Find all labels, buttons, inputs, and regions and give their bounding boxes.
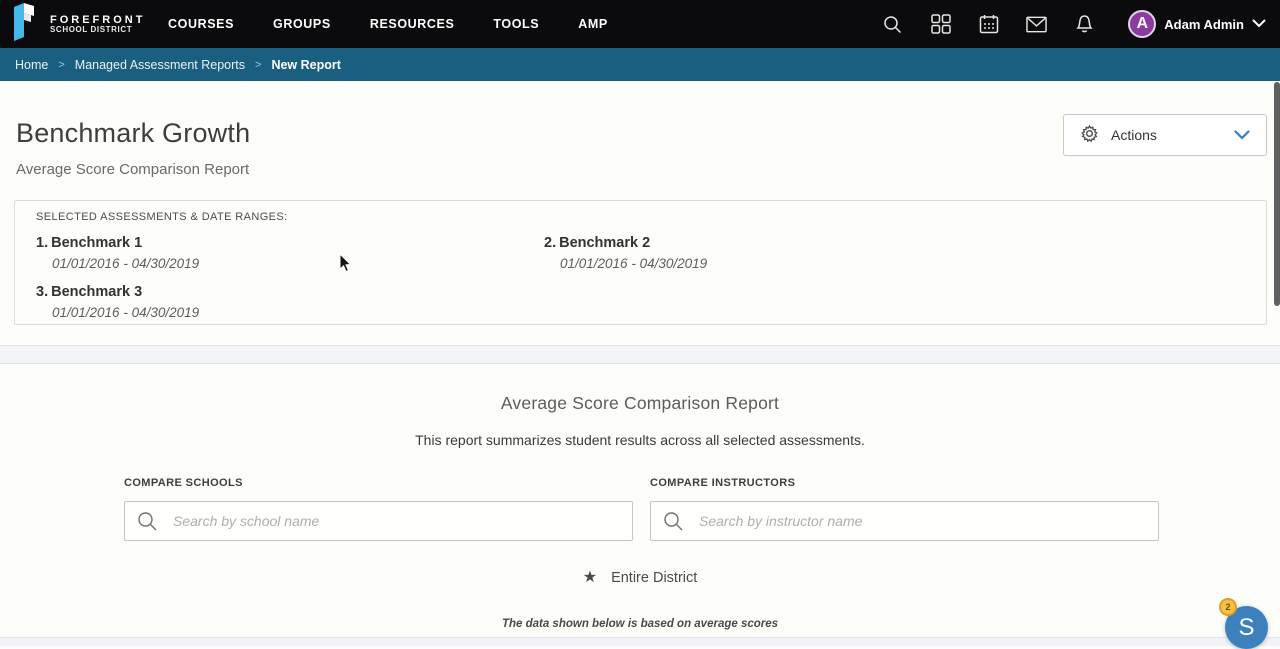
- average-scores-note: The data shown below is based on average…: [0, 618, 1280, 630]
- logo-subtitle: SCHOOL DISTRICT: [50, 26, 145, 35]
- assessment-number: 2.: [544, 235, 556, 251]
- chat-notification-badge: 2: [1219, 598, 1237, 616]
- assessments-panel-label: SELECTED ASSESSMENTS & DATE RANGES:: [36, 211, 1266, 223]
- breadcrumb-current: New Report: [271, 58, 340, 72]
- breadcrumb-managed-assessment-reports[interactable]: Managed Assessment Reports: [75, 58, 245, 72]
- assessment-date-range: 01/01/2016 - 04/30/2019: [560, 256, 1266, 271]
- assessment-item: 2.Benchmark 2 01/01/2016 - 04/30/2019: [544, 235, 1266, 271]
- assessment-item: 3.Benchmark 3 01/01/2016 - 04/30/2019: [36, 284, 544, 320]
- breadcrumb-separator: >: [58, 59, 64, 71]
- section-divider: [0, 345, 1280, 364]
- compare-schools-label: COMPARE SCHOOLS: [124, 477, 243, 489]
- chevron-down-icon: [1234, 128, 1250, 143]
- assessment-name: Benchmark 2: [559, 235, 650, 251]
- page: FOREFRONT SCHOOL DISTRICT COURSES GROUPS…: [0, 0, 1280, 646]
- chevron-down-icon: [1252, 15, 1266, 33]
- assessment-date-range: 01/01/2016 - 04/30/2019: [52, 305, 544, 320]
- avatar: A: [1128, 10, 1156, 38]
- primary-nav: COURSES GROUPS RESOURCES TOOLS AMP: [168, 17, 608, 31]
- mail-icon[interactable]: [1026, 14, 1047, 35]
- nav-item-courses[interactable]: COURSES: [168, 17, 234, 31]
- next-section-edge: [0, 637, 1280, 646]
- instructor-search-input[interactable]: [650, 501, 1159, 541]
- assessment-date-range: 01/01/2016 - 04/30/2019: [52, 256, 544, 271]
- forefront-logo[interactable]: FOREFRONT SCHOOL DISTRICT: [0, 3, 158, 46]
- report-section-heading: Average Score Comparison Report: [0, 393, 1280, 414]
- entire-district-toggle[interactable]: ★ Entire District: [0, 570, 1280, 586]
- assessment-name: Benchmark 1: [51, 235, 142, 251]
- nav-item-groups[interactable]: GROUPS: [273, 17, 331, 31]
- vertical-scrollbar[interactable]: [1274, 82, 1280, 306]
- top-navigation-bar: FOREFRONT SCHOOL DISTRICT COURSES GROUPS…: [0, 0, 1280, 48]
- user-menu[interactable]: A Adam Admin: [1128, 10, 1266, 38]
- compare-instructors-label: COMPARE INSTRUCTORS: [650, 477, 795, 489]
- user-name: Adam Admin: [1164, 17, 1244, 32]
- breadcrumb-separator: >: [255, 59, 261, 71]
- entire-district-label: Entire District: [611, 570, 697, 586]
- calendar-icon[interactable]: [978, 14, 999, 35]
- logo-title: FOREFRONT: [50, 14, 145, 26]
- notifications-icon[interactable]: [1074, 14, 1095, 35]
- nav-item-tools[interactable]: TOOLS: [493, 17, 539, 31]
- apps-grid-icon[interactable]: [930, 14, 951, 35]
- actions-button-label: Actions: [1111, 127, 1157, 143]
- page-title: Benchmark Growth: [16, 118, 250, 149]
- assessment-number: 1.: [36, 235, 48, 251]
- nav-item-amp[interactable]: AMP: [578, 17, 608, 31]
- search-icon[interactable]: [882, 14, 903, 35]
- assessment-number: 3.: [36, 284, 48, 300]
- breadcrumb-home[interactable]: Home: [15, 58, 48, 72]
- assessment-item: 1.Benchmark 1 01/01/2016 - 04/30/2019: [36, 235, 544, 271]
- forefront-logo-icon: [10, 3, 40, 46]
- nav-item-resources[interactable]: RESOURCES: [370, 17, 455, 31]
- report-description: This report summarizes student results a…: [0, 432, 1280, 448]
- breadcrumb: Home > Managed Assessment Reports > New …: [0, 48, 1280, 81]
- page-subtitle: Average Score Comparison Report: [16, 161, 249, 178]
- school-search-input[interactable]: [124, 501, 633, 541]
- selected-assessments-panel: SELECTED ASSESSMENTS & DATE RANGES: 1.Be…: [14, 200, 1267, 325]
- star-icon: ★: [583, 570, 597, 586]
- gear-icon: [1080, 124, 1099, 146]
- assessment-name: Benchmark 3: [51, 284, 142, 300]
- actions-button[interactable]: Actions: [1063, 114, 1267, 156]
